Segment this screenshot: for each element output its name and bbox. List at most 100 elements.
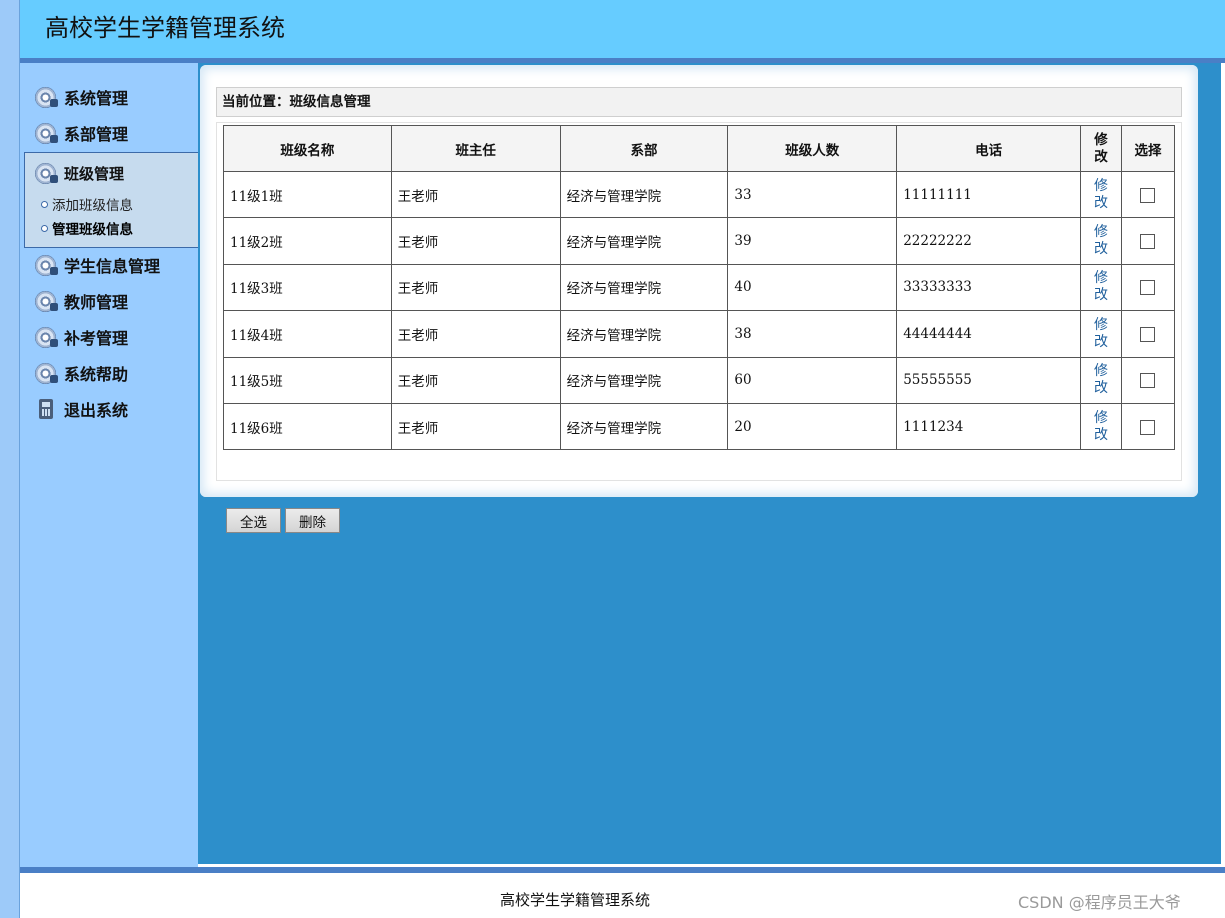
edit-link[interactable]: 修改 xyxy=(1093,270,1109,304)
table-row: 11级4班 王老师 经济与管理学院 38 44444444 修改 xyxy=(223,310,1176,358)
disc-icon xyxy=(35,162,58,184)
cell-select xyxy=(1120,356,1176,404)
sidebar-item-label: 退出系统 xyxy=(64,401,129,420)
table-row: 11级3班 王老师 经济与管理学院 40 33333333 修改 xyxy=(223,263,1176,312)
sidebar-subitem-label: 管理班级信息 xyxy=(52,222,133,238)
cell-class-name: 11级4班 xyxy=(223,310,392,358)
row-checkbox[interactable] xyxy=(1140,419,1156,435)
cell-teacher: 王老师 xyxy=(390,356,561,404)
cell-select xyxy=(1120,310,1176,358)
sidebar-item-system[interactable]: 系统管理 xyxy=(35,83,128,111)
cell-phone: 55555555 xyxy=(896,356,1082,404)
cell-department: 经济与管理学院 xyxy=(559,356,729,404)
column-header-phone: 电话 xyxy=(896,125,1082,172)
edit-link[interactable]: 修改 xyxy=(1093,317,1109,351)
cell-count: 38 xyxy=(727,310,898,358)
table-row: 11级5班 王老师 经济与管理学院 60 55555555 修改 xyxy=(223,356,1176,404)
right-frame-strip xyxy=(1221,63,1225,867)
column-header-select: 选择 xyxy=(1120,125,1176,172)
column-header-name: 班级名称 xyxy=(223,125,392,172)
footer: 高校学生学籍管理系统 CSDN @程序员王大爷 xyxy=(20,873,1225,918)
row-checkbox[interactable] xyxy=(1140,373,1156,389)
cell-department: 经济与管理学院 xyxy=(559,263,729,312)
edit-link[interactable]: 修改 xyxy=(1093,363,1109,397)
cell-teacher: 王老师 xyxy=(390,263,561,312)
bullet-icon xyxy=(41,224,48,232)
cell-class-name: 11级1班 xyxy=(223,170,392,219)
row-checkbox[interactable] xyxy=(1140,234,1156,250)
disc-icon xyxy=(35,290,58,312)
cell-edit: 修改 xyxy=(1080,170,1122,219)
cell-department: 经济与管理学院 xyxy=(559,217,729,265)
cell-teacher: 王老师 xyxy=(390,170,561,219)
sidebar-item-label: 系部管理 xyxy=(64,125,129,144)
app-title: 高校学生学籍管理系统 xyxy=(45,14,285,42)
cell-select xyxy=(1120,402,1176,451)
column-header-teacher: 班主任 xyxy=(390,125,561,172)
cell-class-name: 11级6班 xyxy=(223,402,392,451)
sidebar-item-makeup-exam[interactable]: 补考管理 xyxy=(35,323,128,351)
row-checkbox[interactable] xyxy=(1140,280,1156,296)
cell-count: 60 xyxy=(727,356,898,404)
delete-button[interactable]: 删除 xyxy=(285,508,340,533)
sidebar-item-label: 学生信息管理 xyxy=(64,257,161,276)
cell-teacher: 王老师 xyxy=(390,402,561,451)
edit-link[interactable]: 修改 xyxy=(1093,410,1109,444)
sidebar-subitem-add-class[interactable]: 添加班级信息 xyxy=(41,194,133,214)
cell-edit: 修改 xyxy=(1080,356,1122,404)
cell-class-name: 11级3班 xyxy=(223,263,392,312)
table-header-row: 班级名称 班主任 系部 班级人数 电话 修改 选择 xyxy=(223,125,1176,172)
sidebar-item-label: 系统管理 xyxy=(64,89,129,108)
cell-department: 经济与管理学院 xyxy=(559,310,729,358)
edit-link[interactable]: 修改 xyxy=(1093,224,1109,258)
class-table: 班级名称 班主任 系部 班级人数 电话 修改 选择 11级1班 王老师 经济与管理学… xyxy=(223,125,1176,451)
sidebar-active-group: 班级管理 添加班级信息 管理班级信息 xyxy=(24,152,199,248)
disc-icon xyxy=(35,254,58,276)
sidebar-item-label: 补考管理 xyxy=(64,329,129,348)
sidebar-item-help[interactable]: 系统帮助 xyxy=(35,359,128,387)
cell-select xyxy=(1120,170,1176,219)
row-checkbox[interactable] xyxy=(1140,187,1156,203)
cell-phone: 1111234 xyxy=(896,402,1082,451)
footer-text: 高校学生学籍管理系统 xyxy=(500,891,651,909)
cell-count: 39 xyxy=(727,217,898,265)
row-checkbox[interactable] xyxy=(1140,326,1156,342)
sidebar-item-teachers[interactable]: 教师管理 xyxy=(35,287,128,315)
sidebar-item-logout[interactable]: 退出系统 xyxy=(35,395,128,423)
cell-edit: 修改 xyxy=(1080,263,1122,312)
sidebar-item-label: 班级管理 xyxy=(64,164,125,183)
cell-class-name: 11级5班 xyxy=(223,356,392,404)
table-row: 11级1班 王老师 经济与管理学院 33 11111111 修改 xyxy=(223,170,1176,219)
cell-count: 40 xyxy=(727,263,898,312)
sidebar-subitem-label: 添加班级信息 xyxy=(52,198,133,214)
table-container: 班级名称 班主任 系部 班级人数 电话 修改 选择 11级1班 王老师 经济与管理学… xyxy=(216,122,1182,533)
phone-icon xyxy=(39,399,53,419)
sidebar-item-students[interactable]: 学生信息管理 xyxy=(35,251,160,279)
sidebar-subitem-manage-class[interactable]: 管理班级信息 xyxy=(41,218,133,238)
sidebar-item-label: 教师管理 xyxy=(64,293,129,312)
sidebar-item-department[interactable]: 系部管理 xyxy=(35,119,128,147)
table-row: 11级2班 王老师 经济与管理学院 39 22222222 修改 xyxy=(223,217,1176,265)
cell-phone: 22222222 xyxy=(896,217,1082,265)
breadcrumb: 当前位置：班级信息管理 xyxy=(216,87,1182,117)
select-all-button[interactable]: 全选 xyxy=(226,508,281,533)
cell-class-name: 11级2班 xyxy=(223,217,392,265)
cell-select xyxy=(1120,263,1176,312)
cell-edit: 修改 xyxy=(1080,310,1122,358)
sidebar-item-class[interactable]: 班级管理 xyxy=(35,159,124,187)
column-header-department: 系部 xyxy=(559,125,729,172)
cell-phone: 44444444 xyxy=(896,310,1082,358)
cell-select xyxy=(1120,217,1176,265)
table-row: 11级6班 王老师 经济与管理学院 20 1111234 修改 xyxy=(223,402,1176,451)
cell-edit: 修改 xyxy=(1080,402,1122,451)
cell-teacher: 王老师 xyxy=(390,217,561,265)
disc-icon xyxy=(35,122,58,144)
disc-icon xyxy=(35,362,58,384)
app-header: 高校学生学籍管理系统 xyxy=(20,0,1225,58)
cell-count: 20 xyxy=(727,402,898,451)
disc-icon xyxy=(35,86,58,108)
sidebar-item-label: 系统帮助 xyxy=(64,365,129,384)
cell-teacher: 王老师 xyxy=(390,310,561,358)
disc-icon xyxy=(35,326,58,348)
edit-link[interactable]: 修改 xyxy=(1093,178,1109,212)
